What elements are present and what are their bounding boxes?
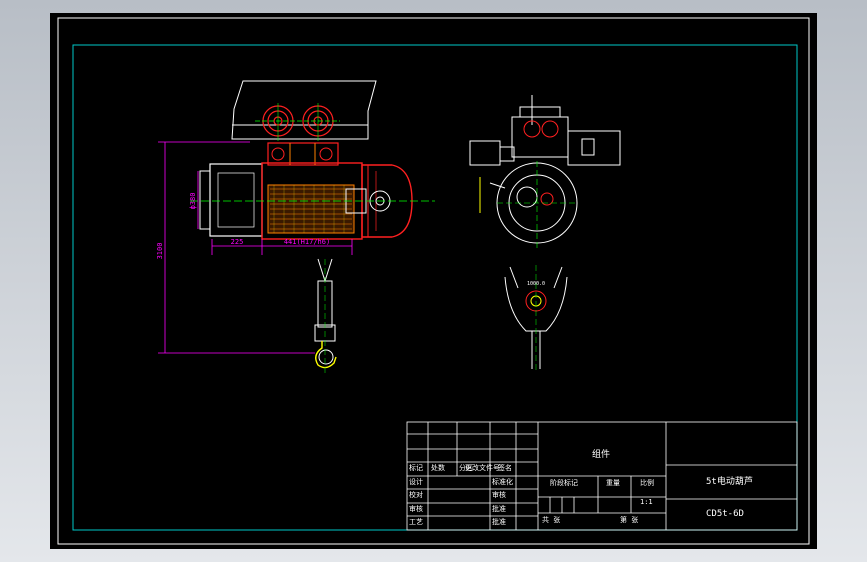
sheet-total: 共 张: [542, 516, 561, 524]
design-label: 设计: [409, 478, 423, 486]
row-header-change: 更改文件号: [465, 464, 500, 472]
cad-viewport[interactable]: 3100 ф380 225 441(H17/h6) 1000.0 组件 5t电动…: [50, 13, 817, 549]
scale-value: 1:1: [640, 498, 653, 506]
drawing-code: CD5t-6D: [706, 509, 744, 519]
review-label: 审核: [409, 505, 423, 513]
dim-width-left: 225: [231, 238, 244, 246]
side-view: [469, 95, 621, 251]
sheet-no: 第 张: [620, 516, 639, 524]
row-header-count: 处数: [431, 464, 445, 472]
weight-label: 重量: [606, 479, 620, 487]
row-header-mark: 标记: [409, 464, 423, 472]
side-view-label: 1000.0: [527, 281, 545, 287]
product-name: 5t电动葫芦: [706, 477, 753, 487]
front-view: [190, 80, 435, 373]
dim-width-drum: 441(H17/h6): [284, 238, 330, 246]
approve-label-2: 批准: [492, 518, 506, 526]
craft-label-2: 工艺: [409, 518, 423, 526]
dim-height-motor: ф380: [189, 193, 197, 210]
check-label: 审核: [492, 491, 506, 499]
inner-frame: [72, 44, 798, 531]
stage-label: 阶段标记: [550, 479, 578, 487]
proof-label: 校对: [409, 491, 423, 499]
part-name: 组件: [592, 450, 611, 460]
scale-label: 比例: [640, 479, 654, 487]
dim-height-main: 3100: [156, 243, 164, 260]
row-header-sign: 签名: [498, 464, 512, 472]
approve-label: 批准: [492, 505, 506, 513]
dimensions: [158, 141, 353, 354]
standardize-label: 标准化: [492, 478, 513, 486]
